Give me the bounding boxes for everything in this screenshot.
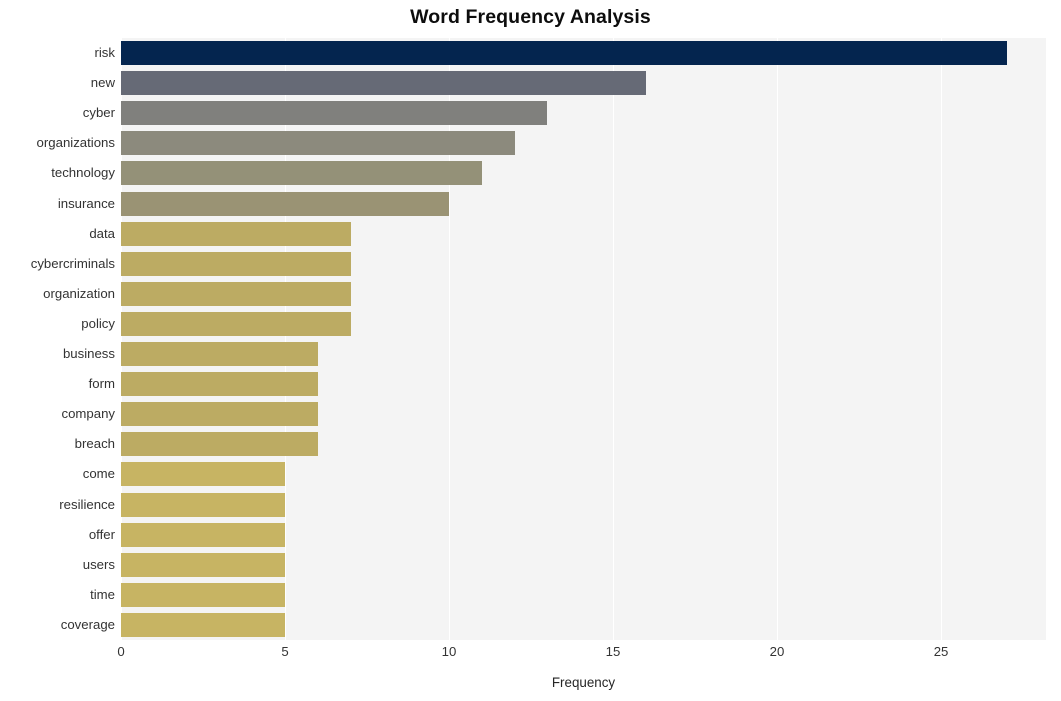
bar [121, 311, 351, 336]
x-tick-label: 5 [281, 644, 289, 659]
bar [121, 131, 515, 156]
y-tick-label: cyber [82, 105, 115, 121]
y-tick-label: resilience [59, 496, 115, 512]
y-tick-label: coverage [60, 616, 115, 632]
bar [121, 41, 1007, 66]
y-tick-label: data [89, 225, 115, 241]
bar [121, 582, 285, 607]
bar-series [121, 38, 1046, 640]
y-tick-label: users [82, 556, 115, 572]
y-tick-label: policy [81, 315, 115, 331]
y-tick-label: breach [74, 436, 115, 452]
y-tick-label: offer [88, 526, 115, 542]
bar [121, 191, 449, 216]
bar [121, 432, 318, 457]
y-axis-tick-labels: risk new cyber organizations technology insur… [0, 38, 115, 640]
bar [121, 101, 548, 126]
y-tick-label: technology [51, 165, 115, 181]
y-tick-label: organizations [36, 135, 115, 151]
bar [121, 221, 351, 246]
bar [121, 462, 285, 487]
y-tick-label: come [82, 466, 115, 482]
y-tick-label: cybercriminals [30, 255, 115, 271]
bar [121, 492, 285, 517]
bar [121, 342, 318, 367]
x-tick-label: 0 [117, 644, 125, 659]
y-tick-label: risk [94, 45, 115, 61]
y-tick-label: organization [43, 285, 115, 301]
x-axis-label: Frequency [551, 675, 616, 690]
bar [121, 372, 318, 397]
y-tick-label: company [61, 406, 115, 422]
bar [121, 402, 318, 427]
x-axis-tick-labels: 0 5 10 15 20 25 [117, 644, 1046, 667]
bar [121, 552, 285, 577]
y-tick-label: new [90, 75, 115, 91]
x-tick-label: 25 [933, 644, 949, 659]
y-tick-label: insurance [57, 195, 115, 211]
bar [121, 281, 351, 306]
bar [121, 612, 285, 637]
bar [121, 522, 285, 547]
plot-area [121, 38, 1046, 640]
bar [121, 251, 351, 276]
y-tick-label: form [88, 376, 115, 392]
x-tick-label: 10 [441, 644, 457, 659]
y-tick-label: time [90, 586, 115, 602]
x-tick-label: 20 [769, 644, 785, 659]
page-title: Word Frequency Analysis [410, 6, 651, 28]
bar [121, 161, 482, 186]
bar [121, 71, 646, 96]
x-tick-label: 15 [605, 644, 621, 659]
y-tick-label: business [62, 346, 115, 362]
word-frequency-chart: Word Frequency Analysis risk new cyber orga… [0, 0, 1061, 701]
